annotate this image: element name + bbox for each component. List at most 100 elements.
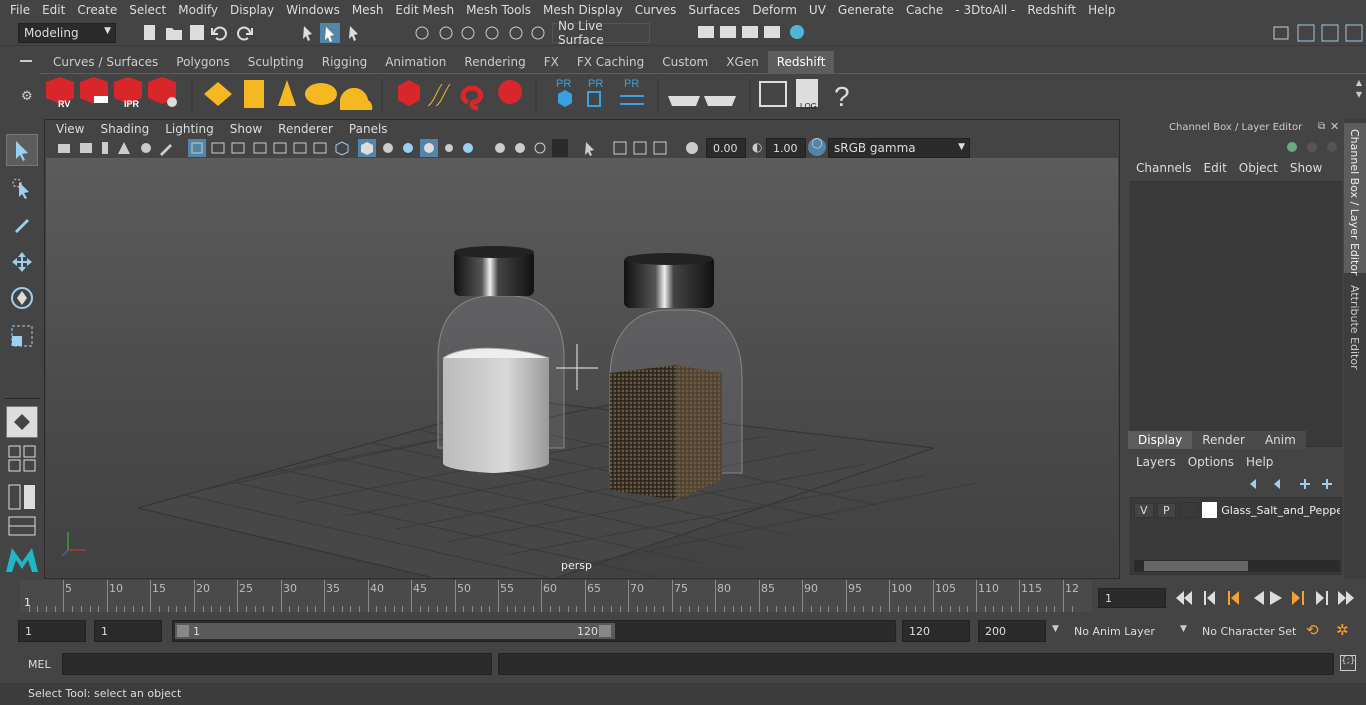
- layer-menu-layers[interactable]: Layers: [1130, 455, 1182, 469]
- menu-create[interactable]: Create: [71, 3, 123, 17]
- menu-mesh-display[interactable]: Mesh Display: [537, 3, 629, 17]
- file-icons-group[interactable]: [140, 24, 260, 42]
- redshift-shelf-icons[interactable]: RV IPR PR PR PR LOG ?: [40, 74, 1366, 116]
- shelf-tab-animation[interactable]: Animation: [376, 51, 455, 73]
- menu-modify[interactable]: Modify: [172, 3, 224, 17]
- layer-menu-options[interactable]: Options: [1182, 455, 1240, 469]
- single-perspective-view-icon[interactable]: [6, 406, 38, 438]
- viewport-menu-lighting[interactable]: Lighting: [157, 120, 222, 138]
- menu-help[interactable]: Help: [1082, 3, 1121, 17]
- layer-tab-render[interactable]: Render: [1192, 431, 1255, 449]
- layer-tab-display[interactable]: Display: [1128, 431, 1193, 449]
- move-tool-icon[interactable]: [6, 246, 38, 278]
- menu-file[interactable]: File: [4, 3, 36, 17]
- shelf-scroll-down-icon[interactable]: ▼: [1356, 90, 1362, 99]
- rotate-tool-icon[interactable]: [6, 282, 38, 314]
- channel-list[interactable]: [1130, 181, 1342, 447]
- channel-menu-edit[interactable]: Edit: [1198, 161, 1233, 175]
- range-end-handle[interactable]: [599, 625, 611, 637]
- tab-attribute-editor[interactable]: Attribute Editor: [1344, 281, 1366, 377]
- script-editor-button[interactable]: {;}: [1340, 655, 1356, 671]
- range-slider-bar[interactable]: [175, 623, 615, 639]
- shelf-tab-redshift[interactable]: Redshift: [767, 51, 835, 73]
- gamma-field[interactable]: 1.00: [766, 138, 806, 158]
- playback-start-field[interactable]: 1: [94, 620, 162, 642]
- menu-select[interactable]: Select: [123, 3, 172, 17]
- tab-channel-box[interactable]: Channel Box / Layer Editor: [1344, 123, 1366, 276]
- layer-display-type[interactable]: [1179, 502, 1199, 518]
- workspace-layout-icons[interactable]: [1270, 23, 1366, 43]
- four-view-icon[interactable]: [8, 444, 36, 474]
- shelf-tab-polygons[interactable]: Polygons: [167, 51, 238, 73]
- graph-layout-icon[interactable]: [8, 516, 36, 536]
- time-ruler[interactable]: 5 10 15 20 25 30 35 40 45 50 55 60 65 70 75 80 85 90 95 100…: [20, 580, 1092, 612]
- playback-controls[interactable]: [1172, 588, 1366, 608]
- menu-display[interactable]: Display: [224, 3, 280, 17]
- paint-select-tool-icon[interactable]: [6, 208, 38, 240]
- animation-start-field[interactable]: 1: [18, 620, 86, 642]
- character-set-dropdown[interactable]: No Character Set: [1198, 620, 1298, 642]
- menu-uv[interactable]: UV: [803, 3, 832, 17]
- menu-windows[interactable]: Windows: [280, 3, 346, 17]
- layer-playback-toggle[interactable]: P: [1156, 502, 1177, 518]
- shelf-tab-rendering[interactable]: Rendering: [455, 51, 534, 73]
- menu-redshift[interactable]: Redshift: [1021, 3, 1082, 17]
- shelf-tab-curves-surfaces[interactable]: Curves / Surfaces: [44, 51, 167, 73]
- viewport-menu-panels[interactable]: Panels: [341, 120, 396, 138]
- layer-name[interactable]: Glass_Salt_and_Peppe: [1221, 504, 1340, 517]
- viewport-menu-shading[interactable]: Shading: [92, 120, 157, 138]
- menu-surfaces[interactable]: Surfaces: [682, 3, 746, 17]
- playback-end-field[interactable]: 120: [902, 620, 970, 642]
- range-start-handle[interactable]: [177, 625, 189, 637]
- channel-menu-object[interactable]: Object: [1233, 161, 1284, 175]
- shelf-tab-xgen[interactable]: XGen: [717, 51, 768, 73]
- layer-scrollbar[interactable]: [1134, 560, 1340, 572]
- viewport-menu-view[interactable]: View: [48, 120, 92, 138]
- command-input[interactable]: [62, 653, 492, 675]
- menu-mesh[interactable]: Mesh: [346, 3, 390, 17]
- shelf-tab-fx-caching[interactable]: FX Caching: [568, 51, 653, 73]
- workspace-dropdown[interactable]: Modeling ▼: [18, 23, 116, 43]
- layer-action-icons[interactable]: [1244, 476, 1340, 492]
- scale-tool-icon[interactable]: [6, 320, 38, 352]
- layer-row[interactable]: V P Glass_Salt_and_Peppe: [1134, 501, 1340, 519]
- scrollbar-thumb[interactable]: [1144, 561, 1248, 571]
- snap-icons[interactable]: [412, 24, 552, 42]
- layer-color-swatch[interactable]: [1201, 502, 1218, 518]
- menu-cache[interactable]: Cache: [900, 3, 949, 17]
- animation-end-field[interactable]: 200: [978, 620, 1046, 642]
- menu-mesh-tools[interactable]: Mesh Tools: [460, 3, 537, 17]
- channel-box-icons[interactable]: [1284, 139, 1340, 155]
- time-slider[interactable]: 5 10 15 20 25 30 35 40 45 50 55 60 65 70 75 80 85 90 95 100…: [0, 580, 1366, 614]
- chevron-down-icon[interactable]: ▼: [1052, 624, 1059, 634]
- channel-menu-channels[interactable]: Channels: [1130, 161, 1198, 175]
- range-slider-track[interactable]: 1 120: [172, 620, 896, 642]
- float-panel-icon[interactable]: ⧉: [1318, 121, 1325, 132]
- shelf-tab-custom[interactable]: Custom: [653, 51, 717, 73]
- auto-key-icon[interactable]: ⟲: [1306, 621, 1319, 639]
- lasso-tool-icon[interactable]: [6, 172, 38, 204]
- render-icons[interactable]: [694, 23, 814, 43]
- viewport-menu-renderer[interactable]: Renderer: [270, 120, 341, 138]
- current-frame-field[interactable]: 1: [1098, 588, 1166, 608]
- menu-3dtoall[interactable]: - 3DtoAll -: [949, 3, 1021, 17]
- select-tool-icon[interactable]: [6, 134, 38, 166]
- menu-curves[interactable]: Curves: [629, 3, 683, 17]
- menu-deform[interactable]: Deform: [746, 3, 803, 17]
- shelf-menu-icon[interactable]: [20, 60, 32, 62]
- layer-tab-anim[interactable]: Anim: [1254, 431, 1306, 449]
- viewport-toolbar-icons[interactable]: [46, 138, 706, 158]
- viewport-menu-show[interactable]: Show: [222, 120, 270, 138]
- selection-mode-icons[interactable]: [296, 23, 376, 43]
- color-management-icon[interactable]: ◯: [808, 138, 826, 156]
- perspective-viewport[interactable]: persp: [46, 158, 1118, 596]
- shelf-scroll-up-icon[interactable]: ▲: [1356, 78, 1362, 87]
- exposure-field[interactable]: 0.00: [706, 138, 746, 158]
- animation-preferences-icon[interactable]: ✲: [1336, 621, 1349, 639]
- anim-layer-dropdown[interactable]: No Anim Layer: [1070, 620, 1174, 642]
- gear-icon[interactable]: ⚙: [21, 89, 33, 104]
- shelf-tab-rigging[interactable]: Rigging: [313, 51, 376, 73]
- layer-menu-help[interactable]: Help: [1240, 455, 1279, 469]
- chevron-down-icon[interactable]: ▼: [1180, 624, 1187, 634]
- outliner-layout-icon[interactable]: [8, 484, 36, 510]
